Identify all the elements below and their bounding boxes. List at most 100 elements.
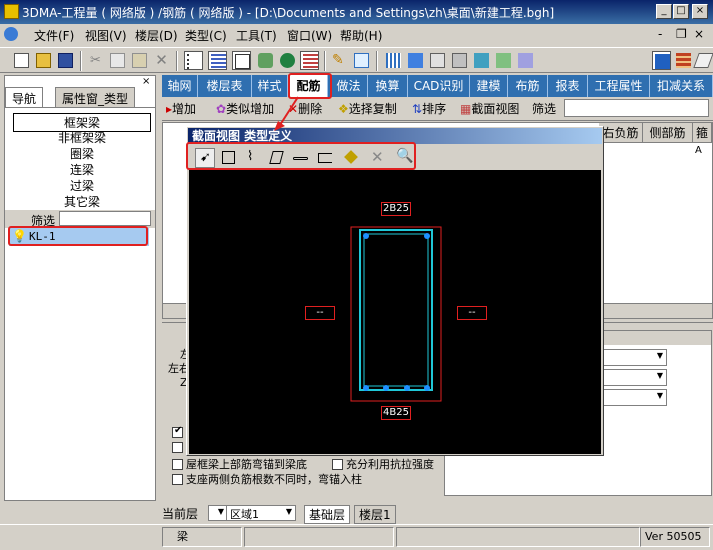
- paint-icon: [344, 150, 358, 164]
- sub-minimize-button[interactable]: -: [658, 27, 662, 41]
- properties-button[interactable]: [232, 51, 251, 70]
- tab-convert[interactable]: 换算: [368, 75, 408, 97]
- support-negative-rebar-option[interactable]: 支座两侧负筋根数不同时，弯锚入柱: [172, 471, 362, 487]
- tab-project-props[interactable]: 工程属性: [588, 75, 650, 97]
- tab-properties[interactable]: 属性窗_类型: [55, 87, 136, 107]
- draw-button[interactable]: [652, 51, 671, 70]
- layout-button[interactable]: [384, 51, 403, 70]
- tab-floor-table[interactable]: 楼层表: [198, 75, 252, 97]
- right-dimension-label[interactable]: --: [457, 306, 487, 320]
- tree-item-non-frame-beam[interactable]: 非框架梁: [13, 129, 151, 146]
- component-tree-button[interactable]: [184, 51, 203, 70]
- parallelogram-tool[interactable]: [267, 148, 287, 168]
- wand-button[interactable]: ✎: [330, 51, 349, 70]
- tab-axis-grid[interactable]: 轴网: [162, 75, 198, 97]
- paste-button[interactable]: [130, 51, 149, 70]
- line-tool[interactable]: [291, 148, 311, 168]
- zoom-tool[interactable]: 🔍: [393, 148, 413, 168]
- menu-type[interactable]: 类型(C): [185, 27, 227, 44]
- tab-report[interactable]: 报表: [548, 75, 588, 97]
- menu-file[interactable]: 文件(F): [34, 27, 74, 44]
- floor-combo[interactable]: ▼: [208, 505, 228, 521]
- menu-view[interactable]: 视图(V): [85, 27, 127, 44]
- tab-foundation-floor[interactable]: 基础层: [304, 505, 351, 524]
- bottom-rebar-label[interactable]: 4B25: [381, 406, 411, 420]
- report-button[interactable]: [428, 51, 447, 70]
- section-view-button[interactable]: ▦截面视图: [460, 100, 519, 117]
- bracket-tool[interactable]: [315, 148, 335, 168]
- paint-tool[interactable]: [341, 148, 361, 168]
- menu-window[interactable]: 窗口(W): [287, 27, 332, 44]
- tab-deduction[interactable]: 扣减关系: [650, 75, 713, 97]
- section-canvas[interactable]: 2B25 4B25 -- --: [189, 170, 601, 454]
- filter-text-input[interactable]: [564, 99, 709, 117]
- full-tensile-option[interactable]: 充分利用抗拉强度: [332, 456, 434, 472]
- tree-item-lintel[interactable]: 过梁: [13, 177, 151, 194]
- sort-button[interactable]: ⇅排序: [412, 100, 446, 117]
- filter-input[interactable]: [59, 211, 151, 226]
- chart-button[interactable]: [406, 51, 425, 70]
- sub-restore-button[interactable]: ❐: [676, 27, 687, 41]
- open-file-button[interactable]: [34, 51, 53, 70]
- stats-button[interactable]: [494, 51, 513, 70]
- tab-style[interactable]: 样式: [252, 75, 288, 97]
- add-button[interactable]: ▸增加: [166, 100, 196, 117]
- polyline-tool[interactable]: ⌇: [243, 148, 263, 168]
- tab-rebar[interactable]: 配筋: [290, 75, 328, 97]
- cut-button[interactable]: ✂: [86, 51, 105, 70]
- minimize-button[interactable]: _: [656, 4, 672, 19]
- panel-close-button[interactable]: ×: [142, 76, 150, 87]
- eye-button[interactable]: [278, 51, 297, 70]
- top-rebar-label[interactable]: 2B25: [381, 202, 411, 216]
- filter-button[interactable]: 筛选: [532, 100, 556, 117]
- cell-a[interactable]: A: [695, 145, 702, 156]
- component-name: KL-1: [29, 230, 56, 243]
- view-button[interactable]: [256, 51, 275, 70]
- tree-item-link-beam[interactable]: 连梁: [13, 161, 151, 178]
- find-button[interactable]: [352, 51, 371, 70]
- close-button[interactable]: ×: [692, 4, 708, 19]
- checkbox-full-tensile[interactable]: [332, 459, 343, 470]
- maximize-button[interactable]: □: [673, 4, 689, 19]
- tree-item-other-beam[interactable]: 其它梁: [13, 193, 151, 210]
- chevron-down-icon: ▼: [656, 391, 663, 400]
- status-version: Ver 50505: [640, 527, 710, 547]
- table-button[interactable]: [208, 51, 227, 70]
- tab-cad-recognize[interactable]: CAD识别: [408, 75, 470, 97]
- menu-tools[interactable]: 工具(T): [236, 27, 277, 44]
- calc-button[interactable]: [450, 51, 469, 70]
- checkbox-unchecked[interactable]: [172, 442, 183, 453]
- menu-floor[interactable]: 楼层(D): [135, 27, 178, 44]
- save-button[interactable]: [56, 51, 75, 70]
- checkbox-2[interactable]: [172, 441, 186, 454]
- region-combo[interactable]: 区域1 ▼: [226, 505, 296, 521]
- checkbox-roof-beam[interactable]: [172, 459, 183, 470]
- menu-help[interactable]: 帮助(H): [340, 27, 382, 44]
- delete-tool[interactable]: ✕: [367, 148, 387, 168]
- tab-method[interactable]: 做法: [330, 75, 368, 97]
- left-dimension-label[interactable]: --: [305, 306, 335, 320]
- checkbox-1[interactable]: ✔: [172, 425, 186, 439]
- eraser-button[interactable]: [693, 51, 713, 70]
- checkbox-checked[interactable]: ✔: [172, 425, 183, 438]
- component-row-kl1[interactable]: 💡 KL-1: [9, 228, 149, 246]
- grid-button[interactable]: [300, 51, 319, 70]
- select-copy-button[interactable]: ❖选择复制: [338, 100, 397, 117]
- delete-button[interactable]: ✕: [152, 51, 171, 70]
- pointer-tool[interactable]: ➹: [195, 148, 215, 168]
- brick-button[interactable]: [674, 51, 693, 70]
- rectangle-tool[interactable]: [219, 148, 239, 168]
- tab-modeling[interactable]: 建模: [470, 75, 508, 97]
- export-button[interactable]: [472, 51, 491, 70]
- roof-beam-anchor-option[interactable]: 屋框梁上部筋弯锚到梁底: [172, 456, 307, 472]
- checkbox-support[interactable]: [172, 474, 183, 485]
- copy-button[interactable]: [108, 51, 127, 70]
- tab-floor-1[interactable]: 楼层1: [354, 505, 396, 524]
- tab-place-rebar[interactable]: 布筋: [508, 75, 548, 97]
- sub-close-button[interactable]: ×: [694, 27, 704, 41]
- settings-button[interactable]: [516, 51, 535, 70]
- tree-item-ring-beam[interactable]: 圈梁: [13, 145, 151, 162]
- new-file-button[interactable]: [12, 51, 31, 70]
- tab-navigation[interactable]: 导航: [5, 87, 44, 107]
- similar-add-button[interactable]: ✿类似增加: [216, 100, 274, 117]
